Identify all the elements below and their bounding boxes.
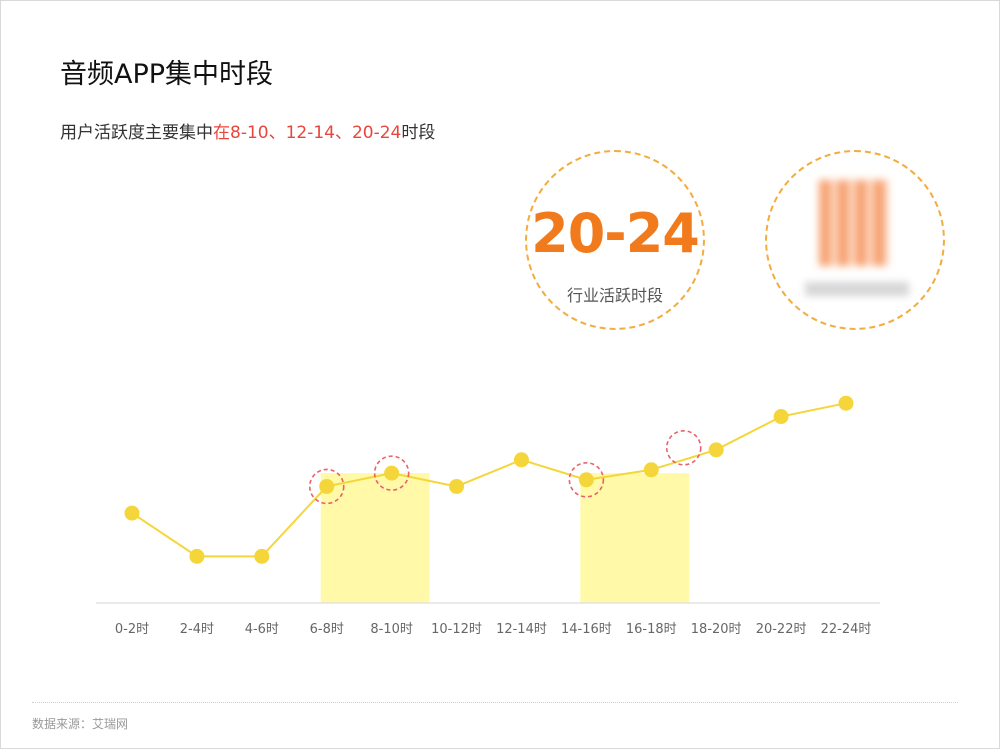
x-tick-label-12: 22-24时 xyxy=(821,622,872,637)
x-tick-label-4: 6-8时 xyxy=(310,622,344,637)
line-chart: 0-2时 2-4时 4-6时 6-8时 8-10时 10-12时 12-14时 14-16时 1… xyxy=(96,395,880,637)
x-tick-label-2: 2-4时 xyxy=(180,622,214,637)
footer-divider xyxy=(32,702,958,703)
x-tick-label-5: 8-10时 xyxy=(370,622,413,637)
x-tick-label-10: 18-20时 xyxy=(691,622,742,637)
data-point-8 xyxy=(578,472,594,488)
data-point-12 xyxy=(838,395,854,411)
data-point-3 xyxy=(254,548,270,564)
highlight-band-1 xyxy=(320,473,430,603)
x-tick-label-1: 0-2时 xyxy=(115,622,149,637)
data-point-9 xyxy=(643,462,659,478)
data-point-11 xyxy=(773,409,789,425)
data-point-4 xyxy=(319,478,335,494)
x-tick-label-3: 4-6时 xyxy=(245,622,279,637)
x-tick-label-6: 10-12时 xyxy=(431,622,482,637)
data-point-10 xyxy=(708,442,724,458)
data-point-6 xyxy=(449,478,465,494)
x-tick-label-9: 16-18时 xyxy=(626,622,677,637)
x-tick-label-7: 12-14时 xyxy=(496,622,547,637)
x-tick-label-8: 14-16时 xyxy=(561,622,612,637)
series-line xyxy=(131,402,847,558)
data-source: 数据来源：艾瑞网 xyxy=(32,717,129,731)
data-point-5 xyxy=(384,465,400,481)
data-point-1 xyxy=(124,505,140,521)
data-point-7 xyxy=(513,452,529,468)
data-point-2 xyxy=(189,548,205,564)
x-tick-label-11: 20-22时 xyxy=(756,622,807,637)
